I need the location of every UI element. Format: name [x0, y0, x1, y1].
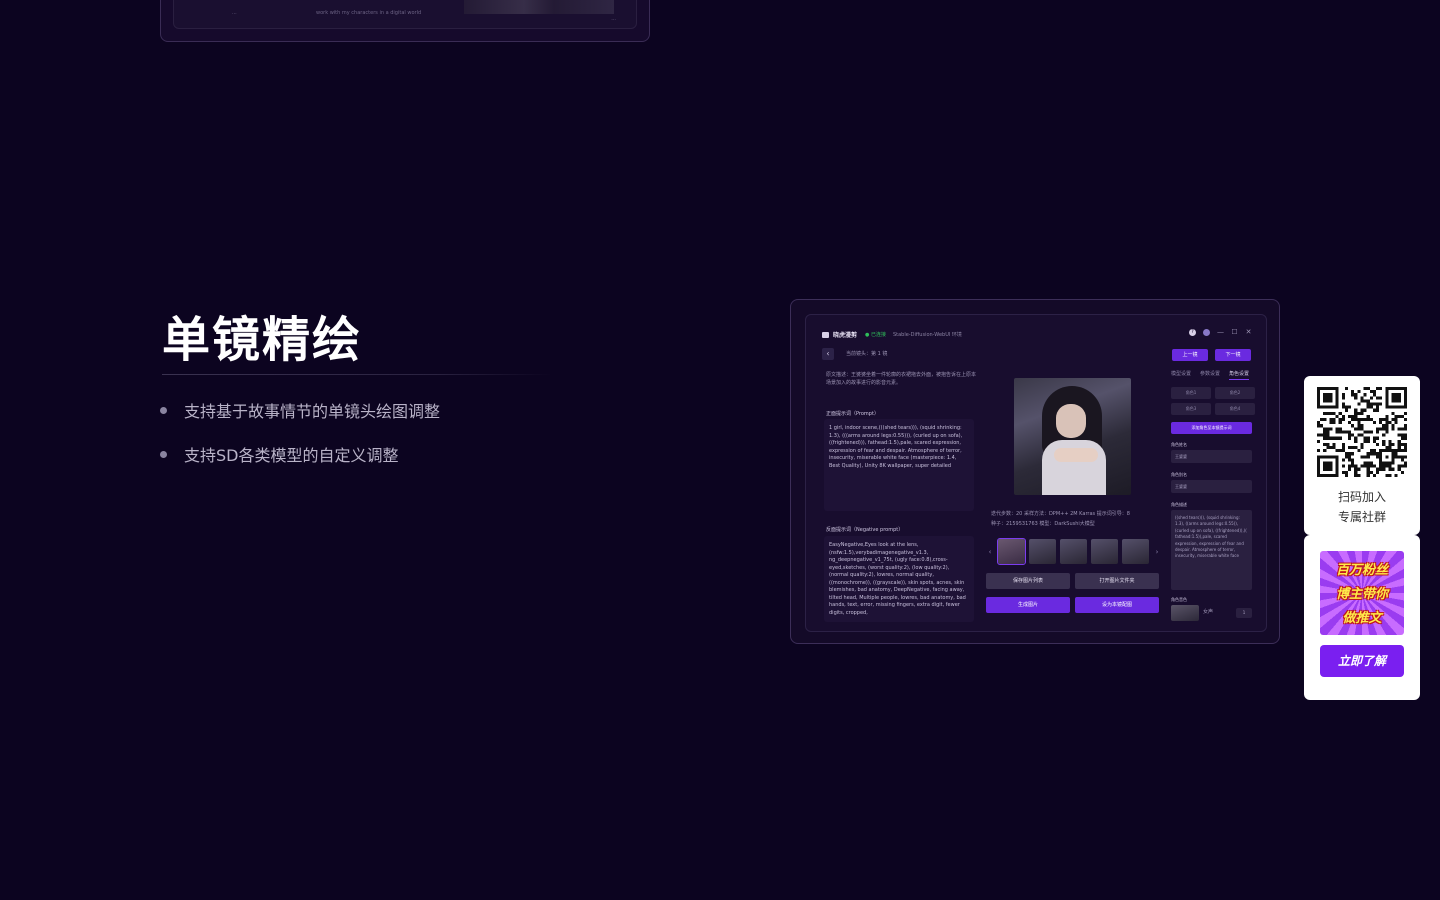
negative-prompt-text: EasyNegative,Eyes look at the lens, (nsf… — [829, 542, 966, 616]
thumbnail[interactable] — [1029, 539, 1056, 564]
character-grid: 角色1 角色2 角色3 角色4 — [1171, 387, 1255, 415]
character-slot-2[interactable]: 角色2 — [1215, 387, 1255, 399]
set-shot-image-button[interactable]: 设为本镜配图 — [1075, 597, 1159, 613]
promo-card[interactable]: 百万粉丝 博主带你 做推文 立即了解 — [1304, 535, 1420, 700]
feature-text-1: 支持基于故事情节的单镜头绘图调整 — [184, 402, 441, 421]
title-divider — [162, 374, 552, 375]
character-alias-input[interactable]: 王婆婆 — [1171, 480, 1252, 493]
back-arrow-icon[interactable]: ‹ — [822, 348, 834, 360]
tab-character-settings[interactable]: 角色设置 — [1229, 370, 1250, 380]
tab-model-settings[interactable]: 模型设置 — [1171, 370, 1191, 380]
previous-screenshot-inner: ... work with my characters in a digital… — [173, 0, 637, 29]
voice-row: 女声 1 — [1171, 605, 1252, 621]
qr-card[interactable]: 扫码加入 专属社群 — [1304, 376, 1420, 535]
character-alias-label: 角色别名 — [1171, 472, 1187, 477]
environment-label: Stable-Diffusion-WebUI 环境 — [892, 332, 962, 338]
thumbnail[interactable] — [1091, 539, 1118, 564]
positive-prompt-input[interactable]: 1 girl, indoor scene,(((shed tears))), (… — [824, 419, 974, 511]
frame-text-c: ... — [611, 16, 616, 22]
original-description: 原文描述：王婆婆坐着一件轮廓的衣裙拖去外面，被抱告诉在上原本场景加入的故事进行的… — [826, 372, 977, 386]
learn-more-button[interactable]: 立即了解 — [1320, 645, 1404, 677]
voice-name: 女声 — [1203, 609, 1214, 616]
promo-line-3: 做推文 — [1342, 611, 1382, 626]
positive-prompt-label: 正面提示词（Prompt） — [826, 411, 879, 417]
character-desc-input[interactable]: ((shed tears))), (squid shrinking: 1.3),… — [1171, 510, 1252, 590]
thumbnail-strip: ‹ › — [986, 538, 1161, 565]
character-slot-3[interactable]: 角色3 — [1171, 403, 1211, 415]
qr-caption-line1: 扫码加入 — [1337, 490, 1386, 504]
section-title: 单镜精绘 — [162, 312, 363, 368]
frame-text-b: work with my characters in a digital wor… — [316, 10, 422, 16]
app-logo-icon — [822, 331, 829, 338]
generated-image-preview[interactable] — [1014, 378, 1131, 495]
maximize-icon[interactable]: ☐ — [1231, 329, 1238, 336]
thumbnail[interactable] — [1122, 539, 1149, 564]
positive-prompt-text: 1 girl, indoor scene,(((shed tears))), (… — [829, 425, 963, 469]
character-name-label: 角色姓名 — [1171, 442, 1187, 447]
thumb-next-icon[interactable]: › — [1153, 548, 1161, 556]
app-name: 晓虎漫剪 — [833, 332, 858, 339]
voice-avatar — [1171, 605, 1199, 621]
feature-bullet-2: 支持SD各类模型的自定义调整 — [160, 442, 398, 466]
help-icon[interactable]: ? — [1189, 329, 1196, 336]
bullet-dot-icon — [160, 450, 167, 458]
open-image-folder-button[interactable]: 打开图片文件夹 — [1075, 573, 1159, 589]
character-voice-label: 角色音色 — [1171, 597, 1187, 602]
settings-panel: 模型设置 参数设置 角色设置 — [1171, 370, 1255, 380]
promo-line-2: 博主带你 — [1335, 587, 1388, 602]
thumb-prev-icon[interactable]: ‹ — [986, 548, 994, 556]
character-slot-4[interactable]: 角色4 — [1215, 403, 1255, 415]
thumbnail[interactable] — [1060, 539, 1087, 564]
negative-prompt-label: 反面提示词（Negative prompt） — [826, 527, 904, 533]
current-shot-label: 当前镜头：第 1 镜 — [846, 351, 888, 357]
prev-shot-button[interactable]: 上一镜 — [1172, 349, 1208, 361]
generation-params: 迭代步数：20 采样方法：DPM++ 2M Karras 提示词引导：8 — [991, 511, 1130, 517]
app-window: 晓虎漫剪 ● 已连接 Stable-Diffusion-WebUI 环境 ? —… — [805, 314, 1267, 632]
character-slot-1[interactable]: 角色1 — [1171, 387, 1211, 399]
save-image-list-button[interactable]: 保存图片列表 — [986, 573, 1070, 589]
bullet-dot-icon — [160, 406, 167, 414]
promo-banner[interactable]: 百万粉丝 博主带你 做推文 — [1320, 551, 1404, 635]
add-character-button[interactable]: 添加角色至本镜提示词 — [1171, 422, 1252, 434]
feature-bullet-1: 支持基于故事情节的单镜头绘图调整 — [160, 398, 440, 422]
frame-text-a: ... — [232, 10, 237, 16]
settings-tabs: 模型设置 参数设置 角色设置 — [1171, 370, 1255, 380]
next-shot-button[interactable]: 下一镜 — [1215, 349, 1251, 361]
tab-param-settings[interactable]: 参数设置 — [1200, 370, 1220, 380]
qr-caption-line2: 专属社群 — [1337, 510, 1386, 524]
voice-stepper[interactable]: 1 — [1236, 608, 1252, 618]
character-name-input[interactable]: 王婆婆 — [1171, 450, 1252, 463]
window-controls: ? — ☐ ✕ — [1189, 329, 1252, 336]
previous-screenshot-frame: ... work with my characters in a digital… — [160, 0, 650, 42]
negative-prompt-input[interactable]: EasyNegative,Eyes look at the lens, (nsf… — [824, 536, 974, 622]
frame-image-strip — [464, 0, 614, 14]
minimize-icon[interactable]: — — [1217, 329, 1224, 336]
generate-image-button[interactable]: 生成图片 — [986, 597, 1070, 613]
app-titlebar: 晓虎漫剪 ● 已连接 Stable-Diffusion-WebUI 环境 — [822, 330, 962, 339]
seed-model-info: 种子：2159531763 模型：DarkSushi大模型 — [991, 521, 1095, 527]
user-avatar-icon[interactable] — [1203, 329, 1210, 336]
qr-code-icon — [1317, 387, 1407, 477]
feature-text-2: 支持SD各类模型的自定义调整 — [184, 446, 399, 465]
promo-line-1: 百万粉丝 — [1335, 563, 1388, 578]
connection-status: ● 已连接 — [865, 332, 886, 338]
close-icon[interactable]: ✕ — [1245, 329, 1252, 336]
character-desc-label: 角色描述 — [1171, 502, 1187, 507]
thumbnail[interactable] — [997, 538, 1026, 565]
app-screenshot-frame: 晓虎漫剪 ● 已连接 Stable-Diffusion-WebUI 环境 ? —… — [790, 299, 1280, 644]
